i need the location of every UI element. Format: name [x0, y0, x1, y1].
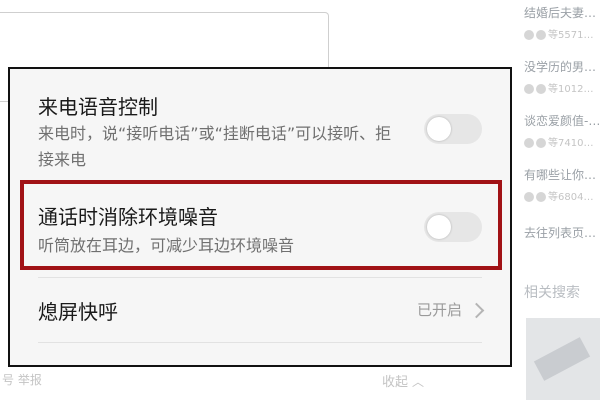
background-sidebar: 结婚后夫妻… 等5571… 没学历的男… 等1012… 谈恋爱颜值-… 等741…	[524, 0, 600, 400]
sidebar-meta-1: 等5571…	[524, 26, 593, 41]
call-voice-control-toggle[interactable]	[424, 114, 482, 144]
highlight-frame	[20, 180, 502, 270]
sidebar-list-link[interactable]: 去往列表页…	[524, 224, 596, 241]
related-thumbnail[interactable]	[526, 318, 600, 400]
sidebar-link-1[interactable]: 结婚后夫妻…	[524, 4, 596, 21]
related-search-heading: 相关搜索	[524, 285, 580, 301]
avatar-icon	[536, 192, 546, 202]
sidebar-link-2[interactable]: 没学历的男…	[524, 58, 596, 75]
collapse-button[interactable]: 收起 ︿	[382, 371, 424, 390]
sidebar-meta-4: 等6804…	[524, 188, 593, 203]
setting-title: 通话记录合并	[38, 359, 158, 365]
sidebar-link-3[interactable]: 谈恋爱颜值-…	[524, 112, 600, 129]
avatar-icon	[524, 192, 534, 202]
avatar-icon	[536, 84, 546, 94]
setting-title: 来电语音控制	[38, 95, 158, 119]
status-text: 已开启	[416, 301, 462, 319]
setting-call-voice-control: 来电语音控制 来电时，说“接听电话”或“挂断电话”可以接听、拒接来电	[10, 69, 510, 177]
settings-screenshot: 来电语音控制 来电时，说“接听电话”或“挂断电话”可以接听、拒接来电 通话时消除…	[8, 67, 512, 367]
chevron-up-icon: ︿	[412, 375, 425, 389]
avatar-icon	[536, 30, 546, 40]
setting-partial-item[interactable]: 通话记录合并	[10, 343, 510, 365]
sidebar-meta-2: 等1012…	[524, 80, 593, 95]
chevron-right-icon	[468, 302, 485, 319]
sidebar-link-4[interactable]: 有哪些让你…	[524, 166, 596, 183]
setting-description: 来电时，说“接听电话”或“挂断电话”可以接听、拒接来电	[38, 124, 392, 169]
setting-screen-off-call[interactable]: 熄屏快呼 已开启	[10, 278, 510, 342]
collapse-label: 收起	[382, 375, 409, 390]
avatar-icon	[536, 138, 546, 148]
avatar-icon	[524, 30, 534, 40]
setting-title: 熄屏快呼	[38, 300, 118, 324]
sidebar-meta-3: 等7410…	[524, 134, 593, 149]
avatar-icon	[524, 138, 534, 148]
report-link[interactable]: 号 举报	[2, 371, 42, 388]
avatar-icon	[524, 84, 534, 94]
